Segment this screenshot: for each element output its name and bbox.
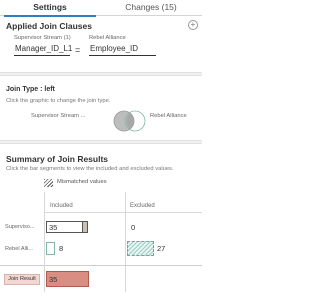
join-result-count: 35 — [49, 275, 58, 284]
left-source-label: Supervisor Stream (1) — [14, 35, 71, 41]
column-header-included: Included — [50, 203, 73, 209]
rebel-excluded-bar[interactable] — [127, 241, 154, 256]
right-join-field[interactable]: Employee_ID — [89, 43, 156, 56]
rebel-included-bar[interactable] — [46, 242, 55, 255]
supervisor-mismatch-segment[interactable] — [82, 222, 87, 232]
grid-line — [44, 192, 45, 292]
row-label-rebel: Rebel Alli... — [5, 246, 33, 252]
grid-line — [44, 212, 202, 213]
join-type-hint: Click the graphic to change the join typ… — [6, 98, 111, 104]
section-divider — [0, 72, 202, 76]
column-header-excluded: Excluded — [130, 203, 155, 209]
supervisor-included-count: 35 — [49, 223, 58, 232]
tab-bar: Settings Changes (15) — [0, 0, 202, 17]
applied-join-clauses-title: Applied Join Clauses — [6, 21, 92, 31]
grid-line — [0, 265, 202, 266]
left-join-field[interactable]: Manager_ID_L1 — [14, 43, 72, 56]
rebel-excluded-count: 27 — [157, 244, 166, 253]
join-operator[interactable]: = — [75, 45, 80, 55]
summary-hint: Click the bar segments to view the inclu… — [6, 166, 174, 172]
venn-right-label: Rebel Alliance — [150, 113, 187, 119]
mismatch-legend-label: Mismatched values — [57, 179, 107, 185]
tab-changes[interactable]: Changes (15) — [100, 0, 202, 16]
plus-circle-icon[interactable]: + — [188, 20, 198, 30]
summary-title: Summary of Join Results — [6, 154, 109, 164]
supervisor-excluded-count: 0 — [131, 223, 136, 232]
join-type-title: Join Type : left — [6, 86, 55, 93]
join-result-label: Join Result — [4, 274, 40, 285]
tab-settings[interactable]: Settings — [0, 0, 100, 17]
right-source-label: Rebel Alliance — [89, 35, 126, 41]
row-label-supervisor: Superviso... — [5, 224, 35, 230]
rebel-included-count: 8 — [59, 244, 64, 253]
mismatch-pattern-icon — [44, 179, 53, 187]
join-venn-diagram[interactable] — [113, 110, 147, 132]
grid-line — [125, 192, 126, 292]
venn-left-label: Supervisor Stream ... — [31, 113, 86, 119]
section-divider — [0, 140, 202, 144]
